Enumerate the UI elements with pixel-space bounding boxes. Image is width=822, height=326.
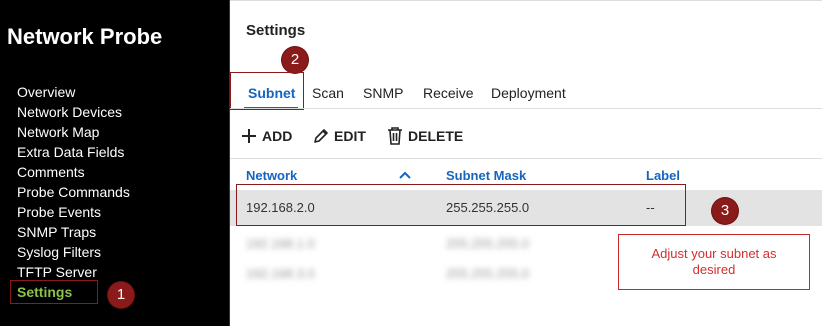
annotation-note-text: Adjust your subnet as desired	[651, 246, 777, 277]
cell-network: 192.168.3.0	[246, 266, 315, 281]
callout-badge-3: 3	[712, 198, 738, 224]
tabs-divider	[230, 108, 822, 109]
highlight-box-subnet	[230, 72, 304, 110]
sidebar: Network Probe Overview Network Devices N…	[0, 0, 230, 326]
toolbar-divider	[230, 158, 822, 159]
plus-icon	[242, 129, 256, 143]
main-panel: Settings 2 Subnet Scan SNMP Receive Depl…	[230, 0, 822, 326]
delete-button[interactable]: DELETE	[386, 124, 463, 148]
highlight-box-settings	[10, 280, 98, 304]
chevron-up-icon[interactable]	[398, 170, 412, 180]
sidebar-nav: Overview Network Devices Network Map Ext…	[17, 82, 130, 302]
page-title: Settings	[246, 22, 306, 39]
sidebar-item-snmp-traps[interactable]: SNMP Traps	[17, 222, 130, 242]
sidebar-item-network-devices[interactable]: Network Devices	[17, 102, 130, 122]
trash-icon	[388, 127, 402, 145]
sidebar-item-probe-commands[interactable]: Probe Commands	[17, 182, 130, 202]
pencil-icon	[314, 129, 328, 143]
callout-badge-2: 2	[282, 47, 308, 73]
column-header-label[interactable]: Label	[646, 168, 680, 183]
tab-scan[interactable]: Scan	[312, 85, 344, 101]
annotation-note: Adjust your subnet as desired	[618, 234, 810, 290]
edit-button-label: EDIT	[334, 128, 366, 144]
sidebar-item-syslog-filters[interactable]: Syslog Filters	[17, 242, 130, 262]
add-button[interactable]: ADD	[240, 124, 292, 148]
column-header-network[interactable]: Network	[246, 168, 297, 183]
column-header-subnet-mask[interactable]: Subnet Mask	[446, 168, 526, 183]
sidebar-item-comments[interactable]: Comments	[17, 162, 130, 182]
cell-subnet-mask: 255.255.255.0	[446, 266, 530, 281]
app-title: Network Probe	[7, 24, 163, 49]
tab-bar: Subnet Scan SNMP Receive Deployment	[230, 82, 822, 109]
sidebar-item-extra-data-fields[interactable]: Extra Data Fields	[17, 142, 130, 162]
tab-snmp[interactable]: SNMP	[363, 85, 403, 101]
sidebar-item-probe-events[interactable]: Probe Events	[17, 202, 130, 222]
tab-receive[interactable]: Receive	[423, 85, 474, 101]
sidebar-item-network-map[interactable]: Network Map	[17, 122, 130, 142]
sidebar-item-overview[interactable]: Overview	[17, 82, 130, 102]
highlight-box-row	[236, 184, 686, 226]
delete-button-label: DELETE	[408, 128, 464, 144]
top-divider	[230, 0, 822, 1]
cell-network: 192.168.1.0	[246, 236, 315, 251]
tab-deployment[interactable]: Deployment	[491, 85, 566, 101]
sidebar-item-tftp-server[interactable]: TFTP Server	[17, 262, 130, 282]
callout-badge-1: 1	[108, 282, 134, 308]
cell-subnet-mask: 255.255.255.0	[446, 236, 530, 251]
add-button-label: ADD	[262, 128, 293, 144]
edit-button[interactable]: EDIT	[312, 124, 366, 148]
